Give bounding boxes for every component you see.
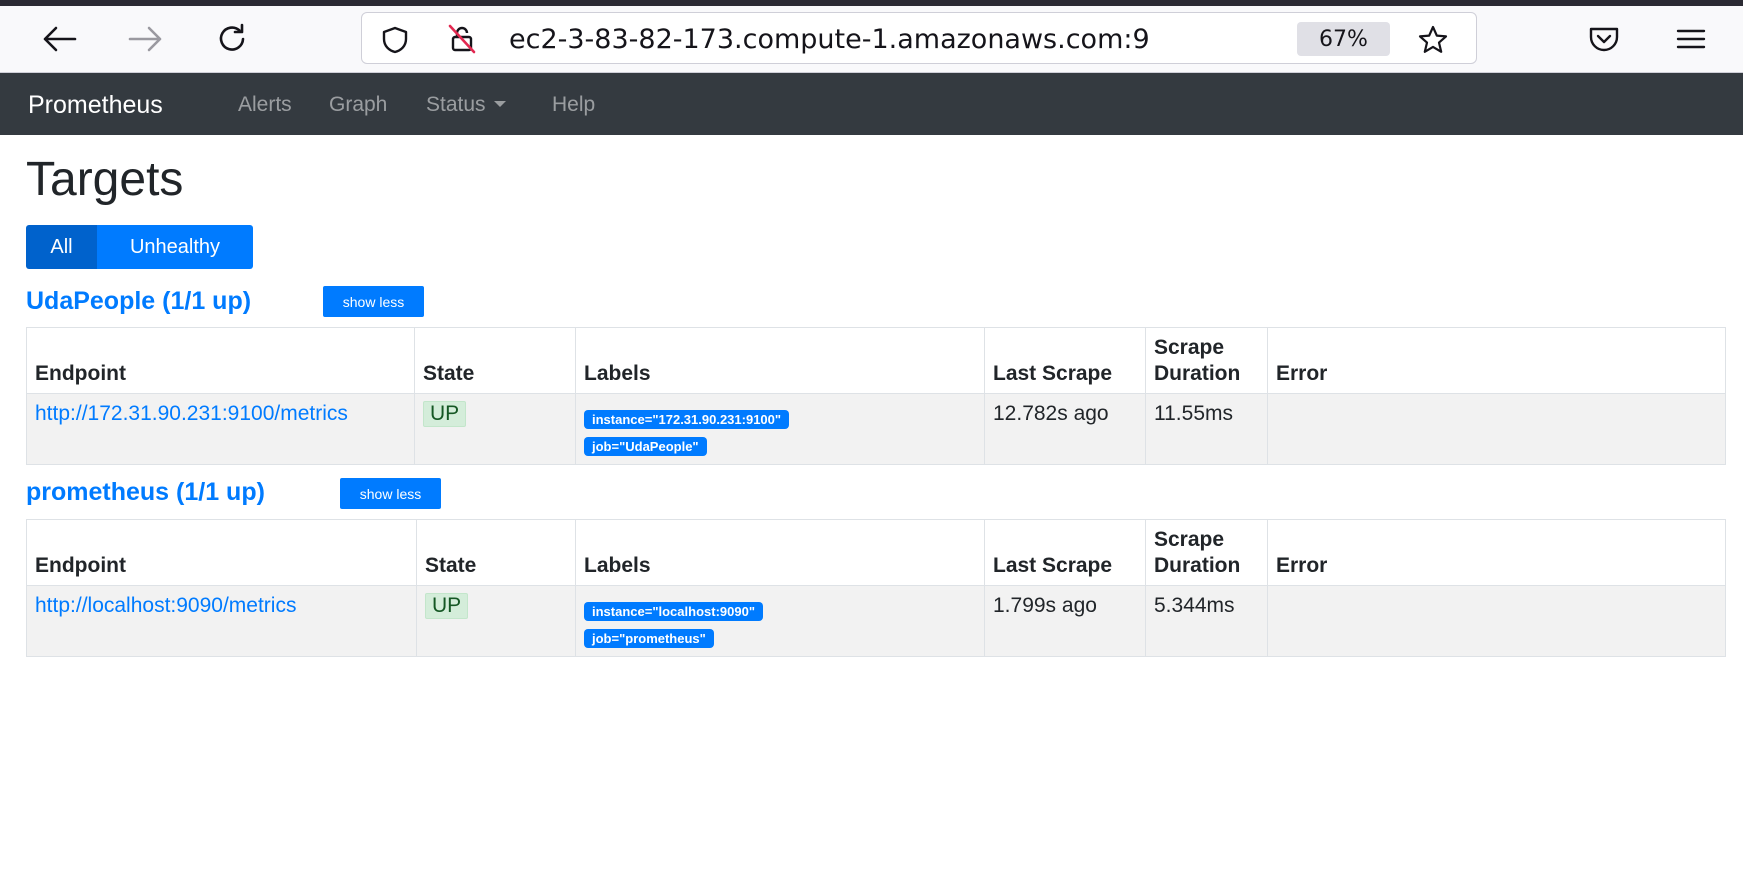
- col-labels: Labels: [575, 327, 985, 394]
- label-badge: instance="172.31.90.231:9100": [584, 410, 790, 429]
- nav-status-label: Status: [426, 93, 486, 116]
- table-row: http://localhost:9090/metrics UP instanc…: [26, 585, 1726, 657]
- endpoint-link[interactable]: http://localhost:9090/metrics: [35, 594, 296, 617]
- pocket-icon: [1589, 27, 1619, 52]
- zoom-level-button[interactable]: 67%: [1297, 22, 1390, 56]
- reload-button[interactable]: [210, 17, 254, 61]
- error-cell: [1267, 585, 1726, 657]
- filter-button-group: All Unhealthy: [26, 225, 253, 269]
- col-scrape-duration: Scrape Duration: [1145, 327, 1268, 394]
- table-row: http://172.31.90.231:9100/metrics UP ins…: [26, 393, 1726, 465]
- state-cell: UP: [416, 585, 576, 657]
- table-header-row: Endpoint State Labels Last Scrape Scrape…: [26, 519, 1726, 586]
- menu-button[interactable]: [1669, 17, 1713, 61]
- targets-table-udapeople: Endpoint State Labels Last Scrape Scrape…: [26, 327, 1726, 465]
- col-scrape-duration: Scrape Duration: [1145, 519, 1268, 586]
- state-badge: UP: [423, 401, 467, 427]
- filter-unhealthy-button[interactable]: Unhealthy: [97, 225, 253, 269]
- address-bar[interactable]: ec2-3-83-82-173.compute-1.amazonaws.com:…: [361, 12, 1477, 64]
- scrape-duration-cell: 5.344ms: [1145, 585, 1268, 657]
- forward-button[interactable]: [124, 17, 168, 61]
- reload-icon: [219, 23, 245, 51]
- pocket-button[interactable]: [1582, 17, 1626, 61]
- show-less-button-prometheus[interactable]: show less: [340, 478, 441, 509]
- top-navbar: Prometheus Alerts Graph Status Help: [0, 73, 1743, 135]
- error-cell: [1267, 393, 1726, 465]
- endpoint-cell: http://localhost:9090/metrics: [26, 585, 417, 657]
- col-state: State: [414, 327, 576, 394]
- nav-help[interactable]: Help: [552, 93, 595, 117]
- url-fade: [1262, 17, 1302, 61]
- page-title: Targets: [26, 153, 184, 206]
- nav-status-dropdown[interactable]: Status: [426, 93, 506, 117]
- col-last-scrape: Last Scrape: [984, 327, 1146, 394]
- scrape-duration-cell: 11.55ms: [1145, 393, 1268, 465]
- last-scrape-cell: 1.799s ago: [984, 585, 1146, 657]
- state-cell: UP: [414, 393, 576, 465]
- table-header-row: Endpoint State Labels Last Scrape Scrape…: [26, 327, 1726, 394]
- arrow-right-icon: [128, 26, 162, 52]
- insecure-lock-icon: [448, 24, 476, 54]
- star-icon[interactable]: [1417, 24, 1449, 56]
- label-badge: instance="localhost:9090": [584, 602, 763, 621]
- endpoint-cell: http://172.31.90.231:9100/metrics: [26, 393, 415, 465]
- group-header-prometheus[interactable]: prometheus (1/1 up): [26, 478, 265, 507]
- state-badge: UP: [425, 593, 469, 619]
- col-endpoint: Endpoint: [26, 519, 417, 586]
- labels-cell: instance="localhost:9090" job="prometheu…: [575, 585, 985, 657]
- shield-icon: [382, 26, 408, 54]
- col-error: Error: [1267, 327, 1726, 394]
- col-error: Error: [1267, 519, 1726, 586]
- filter-all-button[interactable]: All: [26, 225, 97, 269]
- brand-link[interactable]: Prometheus: [28, 91, 163, 120]
- group-header-udapeople[interactable]: UdaPeople (1/1 up): [26, 287, 251, 316]
- back-button[interactable]: [37, 17, 81, 61]
- labels-cell: instance="172.31.90.231:9100" job="UdaPe…: [575, 393, 985, 465]
- last-scrape-cell: 12.782s ago: [984, 393, 1146, 465]
- hamburger-menu-icon: [1676, 29, 1706, 49]
- col-state: State: [416, 519, 576, 586]
- label-badge: job="prometheus": [584, 629, 714, 648]
- label-badge: job="UdaPeople": [584, 437, 707, 456]
- col-last-scrape: Last Scrape: [984, 519, 1146, 586]
- browser-toolbar: ec2-3-83-82-173.compute-1.amazonaws.com:…: [0, 6, 1743, 73]
- nav-alerts[interactable]: Alerts: [238, 93, 292, 117]
- nav-graph[interactable]: Graph: [329, 93, 387, 117]
- endpoint-link[interactable]: http://172.31.90.231:9100/metrics: [35, 402, 348, 425]
- arrow-left-icon: [43, 26, 77, 52]
- col-endpoint: Endpoint: [26, 327, 415, 394]
- caret-down-icon: [493, 101, 506, 107]
- show-less-button-udapeople[interactable]: show less: [323, 286, 424, 317]
- targets-table-prometheus: Endpoint State Labels Last Scrape Scrape…: [26, 519, 1726, 657]
- col-labels: Labels: [575, 519, 985, 586]
- url-text: ec2-3-83-82-173.compute-1.amazonaws.com:…: [509, 24, 1150, 55]
